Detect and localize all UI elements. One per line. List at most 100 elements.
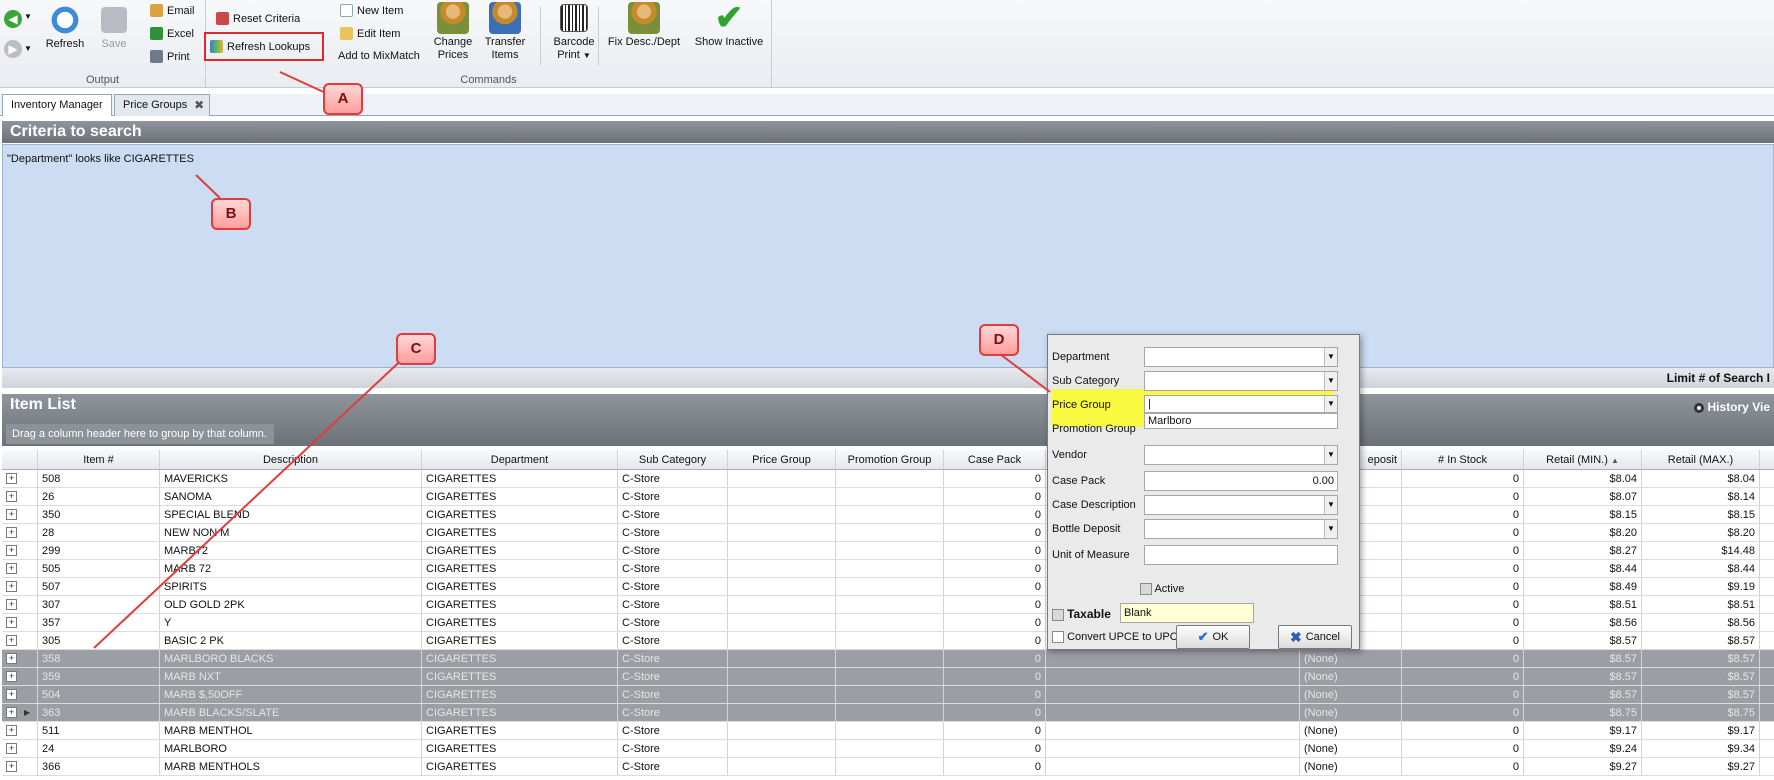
expand-icon[interactable]: + [6,761,17,772]
column-header-retail-min[interactable]: Retail (MIN.) ▲ [1524,450,1642,469]
back-icon[interactable]: ◀ [4,10,22,28]
chevron-down-icon[interactable]: ▼ [1324,520,1337,538]
active-checkbox[interactable]: Active [1140,583,1184,596]
row-expander[interactable]: + [2,488,38,505]
refresh-lookups-button[interactable]: Refresh Lookups [204,32,325,61]
close-icon[interactable]: ✖ [194,95,204,116]
bottle-deposit-combo[interactable]: ▼ [1144,519,1338,539]
expand-icon[interactable]: + [6,617,17,628]
expand-icon[interactable]: + [6,671,17,682]
row-expander[interactable]: + [2,524,38,541]
barcode-print-button[interactable]: Barcode Print ▼ [542,2,606,62]
row-expander[interactable]: + [2,470,38,487]
expand-icon[interactable]: + [6,581,17,592]
row-expander[interactable]: + [2,542,38,559]
column-header-retail-max[interactable]: Retail (MAX.) [1642,450,1760,469]
chevron-down-icon[interactable]: ▼ [24,44,32,53]
email-button[interactable]: Email [150,4,195,17]
pricegroup-dropdown-option[interactable]: Marlboro [1144,413,1338,429]
table-row[interactable]: +26 SANOMA CIGARETTES C-Store 0 0 $8.07 $8.14 [2,488,1774,506]
expand-icon[interactable]: + [6,509,17,520]
table-row[interactable]: +350 SPECIAL BLEND CIGARETTES C-Store 0 0 $8.1… [2,506,1774,524]
new-item-button[interactable]: New Item [340,4,403,17]
save-button[interactable]: Save [96,4,132,51]
row-expander[interactable]: + [2,614,38,631]
expand-icon[interactable]: + [6,491,17,502]
column-header-description[interactable]: Description [160,450,422,469]
pricegroup-combo[interactable]: | ▼ [1144,395,1338,413]
column-header-case-pack[interactable]: Case Pack [944,450,1046,469]
table-row[interactable]: +358 MARLBORO BLACKS CIGARETTES C-Store 0 (No… [2,650,1774,668]
table-row[interactable]: +28 NEW NON M CIGARETTES C-Store 0 0 $8.20 $8.2… [2,524,1774,542]
add-mixmatch-button[interactable]: Add to MixMatch [338,50,420,62]
column-header-promotion-group[interactable]: Promotion Group [836,450,944,469]
casedesc-combo[interactable]: ▼ [1144,495,1338,515]
expand-icon[interactable]: + [6,653,17,664]
expand-icon[interactable]: + [6,725,17,736]
column-header-in-stock[interactable]: # In Stock [1402,450,1524,469]
table-row[interactable]: +511 MARB MENTHOL CIGARETTES C-Store 0 (None)… [2,722,1774,740]
taxable-checkbox[interactable]: Taxable [1052,607,1111,622]
column-header-subcategory[interactable]: Sub Category [618,450,728,469]
row-expander[interactable]: + ▶ [2,704,38,721]
excel-button[interactable]: Excel [150,27,194,40]
group-by-hint[interactable]: Drag a column header here to group by th… [6,424,274,444]
expand-icon[interactable]: + [6,743,17,754]
table-row[interactable]: +507 SPIRITS CIGARETTES C-Store 0 0 $8.49 $9.19 [2,578,1774,596]
table-row[interactable]: +504 MARB $,50OFF CIGARETTES C-Store 0 (None)… [2,686,1774,704]
uom-input[interactable] [1144,545,1338,565]
row-expander[interactable]: + [2,686,38,703]
fix-desc-dept-button[interactable]: Fix Desc./Dept [604,2,684,49]
history-view-option[interactable]: History Vie [1694,400,1770,414]
expand-icon[interactable]: + [6,635,17,646]
table-row[interactable]: +307 OLD GOLD 2PK CIGARETTES C-Store 0 0 $8.51… [2,596,1774,614]
column-header-item[interactable]: Item # [38,450,160,469]
ok-button[interactable]: ✔ OK [1176,625,1250,649]
chevron-down-icon[interactable]: ▼ [24,12,32,21]
tab-inventory-manager[interactable]: Inventory Manager [2,94,112,116]
vendor-combo[interactable]: ▼ [1144,445,1338,465]
table-row[interactable]: +305 BASIC 2 PK CIGARETTES C-Store 0 0 $8.57 $8… [2,632,1774,650]
refresh-button[interactable]: Refresh [40,4,90,51]
convert-upce-checkbox[interactable]: Convert UPCE to UPCA [1052,631,1185,644]
expand-icon[interactable]: + [6,527,17,538]
checkbox-icon[interactable] [1140,583,1152,596]
edit-item-button[interactable]: Edit Item [340,27,400,40]
chevron-down-icon[interactable]: ▼ [1324,372,1337,390]
row-expander[interactable]: + [2,650,38,667]
transfer-items-button[interactable]: Transfer Items [480,2,530,62]
table-row[interactable]: +299 MARB72 CIGARETTES C-Store 0 0 $8.27 $14.48 [2,542,1774,560]
column-header-price-group[interactable]: Price Group [728,450,836,469]
checkbox-icon[interactable] [1052,609,1064,622]
chevron-down-icon[interactable]: ▼ [1324,396,1337,412]
row-expander[interactable]: + [2,632,38,649]
table-row[interactable]: + ▶ 363 MARB BLACKS/SLATE CIGARETTES C-Store 0… [2,704,1774,722]
taxable-value-field[interactable]: Blank [1120,603,1254,623]
chevron-down-icon[interactable]: ▼ [1324,348,1337,366]
table-row[interactable]: +24 MARLBORO CIGARETTES C-Store 0 (None) 0 $9.2… [2,740,1774,758]
department-combo[interactable]: ▼ [1144,347,1338,367]
row-expander[interactable]: + [2,506,38,523]
table-row[interactable]: +359 MARB NXT CIGARETTES C-Store 0 (None) 0 $8.… [2,668,1774,686]
table-row[interactable]: +508 MAVERICKS CIGARETTES C-Store 0 0 $8.04 $8.… [2,470,1774,488]
row-expander[interactable]: + [2,740,38,757]
tab-price-groups[interactable]: Price Groups ✖ [114,94,211,116]
table-row[interactable]: +357 Y CIGARETTES C-Store 0 0 $8.56 $8.56 [2,614,1774,632]
row-expander[interactable]: + [2,668,38,685]
table-row[interactable]: +505 MARB 72 CIGARETTES C-Store 0 0 $8.44 $8.44 [2,560,1774,578]
casepack-input[interactable]: 0.00 [1144,471,1338,491]
expand-icon[interactable]: + [6,545,17,556]
change-prices-button[interactable]: Change Prices [428,2,478,62]
expand-icon[interactable]: + [6,599,17,610]
expand-icon[interactable]: + [6,473,17,484]
row-expander[interactable]: + [2,722,38,739]
expand-icon[interactable]: + [6,563,17,574]
column-header-department[interactable]: Department [422,450,618,469]
expand-icon[interactable]: + [6,689,17,700]
row-expander[interactable]: + [2,758,38,775]
forward-icon[interactable]: ▶ [4,40,22,58]
reset-criteria-button[interactable]: Reset Criteria [216,12,300,25]
row-expander[interactable]: + [2,578,38,595]
table-row[interactable]: +366 MARB MENTHOLS CIGARETTES C-Store 0 (None… [2,758,1774,776]
row-expander[interactable]: + [2,560,38,577]
